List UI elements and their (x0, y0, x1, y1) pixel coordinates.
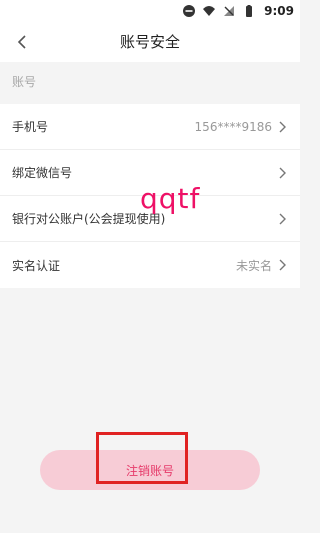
status-time: 9:09 (264, 4, 294, 18)
section-label: 账号 (0, 62, 300, 102)
minus-circle-icon (182, 4, 196, 18)
page-title: 账号安全 (119, 33, 180, 51)
chevron-right-icon (279, 167, 286, 178)
row-label: 实名认证 (12, 258, 61, 273)
row-real-name-verification[interactable]: 实名认证 未实名 (0, 242, 300, 288)
no-signal-icon (222, 4, 236, 18)
wifi-icon (202, 4, 216, 18)
chevron-right-icon (279, 259, 286, 271)
highlight-box (96, 432, 188, 484)
chevron-right-icon (279, 213, 286, 224)
status-bar: 9:09 (0, 0, 300, 22)
battery-icon (242, 4, 256, 18)
status-icons: 9:09 (182, 3, 294, 19)
header: 账号安全 (0, 22, 300, 62)
row-label: 手机号 (12, 120, 49, 134)
chevron-right-icon (279, 121, 286, 132)
row-value: 156****9186 (194, 119, 272, 134)
row-phone[interactable]: 手机号 156****9186 (0, 104, 300, 150)
row-label: 绑定微信号 (12, 166, 73, 180)
row-value: 未实名 (235, 258, 272, 273)
watermark-text: qqtf (140, 182, 201, 215)
